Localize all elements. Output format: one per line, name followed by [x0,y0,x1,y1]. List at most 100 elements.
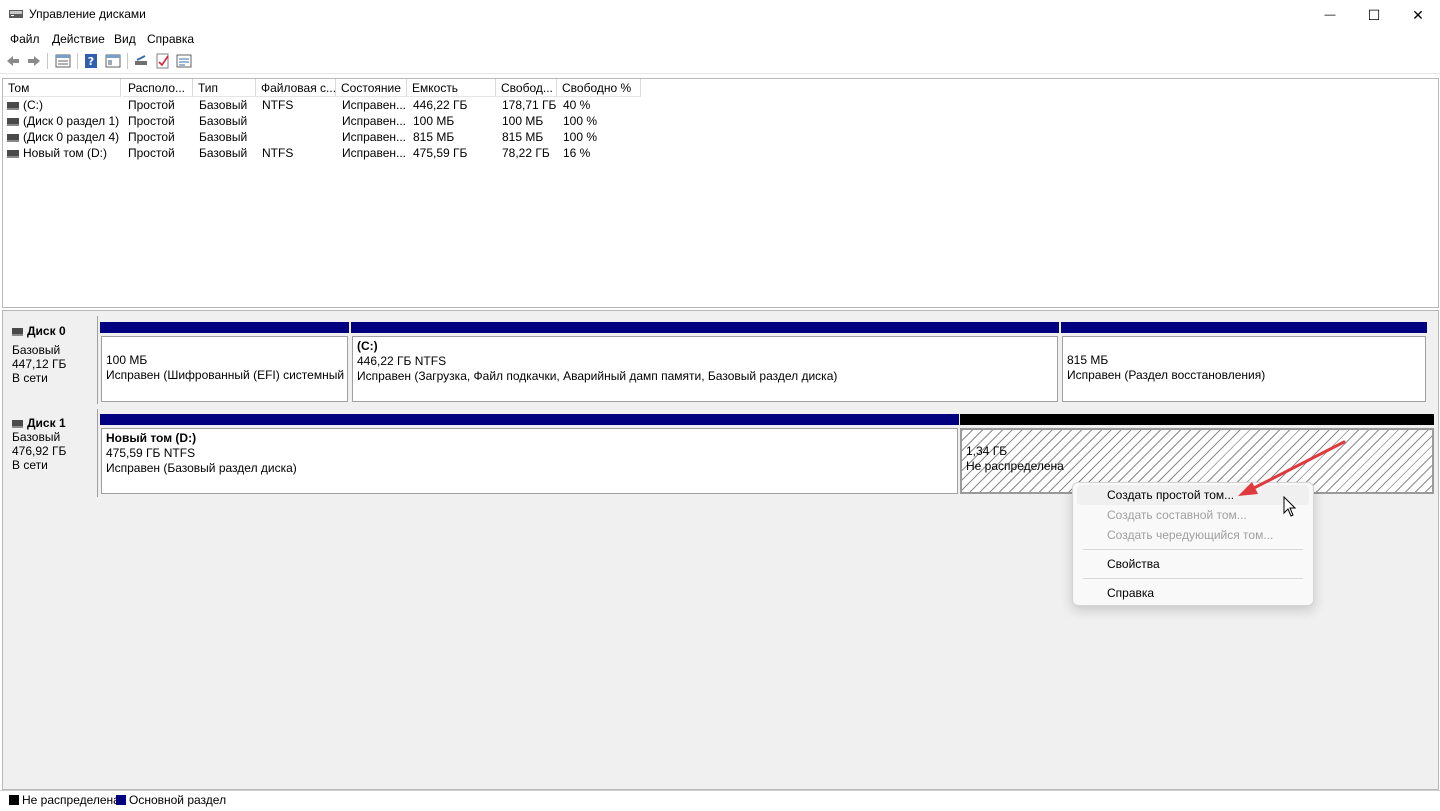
cell-free: 815 МБ [502,130,544,144]
partition-color-bar [1061,322,1427,333]
column-header-type[interactable]: Тип [193,79,256,97]
help-icon[interactable]: ? [83,53,99,69]
close-icon: ✕ [1412,6,1424,23]
legend-label-unallocated: Не распределена [22,793,120,807]
partition-status: Не распределена [966,459,1064,473]
table-row[interactable]: (C:) Простой Базовый NTFS Исправен... 44… [3,97,1436,113]
cell-volume: (Диск 0 раздел 4) [7,129,121,145]
back-icon[interactable] [5,53,21,69]
disk-0-status: В сети [12,371,48,385]
volume-name: (Диск 0 раздел 4) [23,130,120,144]
partition-size: 815 МБ [1067,353,1109,367]
partition-disk0-efi[interactable]: 100 МБ Исправен (Шифрованный (EFI) систе… [100,322,349,404]
menu-item-help[interactable]: Справка [1077,583,1309,603]
partition-box: Новый том (D:) 475,59 ГБ NTFS Исправен (… [101,428,958,494]
title-bar: Управление дисками — ☐ ✕ [0,0,1440,30]
legend-label-primary: Основной раздел [129,793,227,807]
menu-separator [1083,549,1303,550]
check-disk-icon[interactable] [155,53,171,69]
close-button[interactable]: ✕ [1396,0,1440,30]
menu-action[interactable]: Действие [52,32,105,46]
disk-0-title: Диск 0 [12,324,66,338]
volume-icon [7,133,19,142]
table-row[interactable]: (Диск 0 раздел 1) Простой Базовый Исправ… [3,113,1436,129]
disk-1-name: Диск 1 [27,416,66,430]
menu-item-properties[interactable]: Свойства [1077,554,1309,574]
cell-free-percent: 100 % [563,130,598,144]
partition-disk0-c[interactable]: (C:) 446,22 ГБ NTFS Исправен (Загрузка, … [351,322,1059,404]
table-row[interactable]: Новый том (D:) Простой Базовый NTFS Испр… [3,145,1436,161]
column-header-volume[interactable]: Том [3,79,121,97]
cell-capacity: 446,22 ГБ [413,98,468,112]
cell-type: Базовый [199,114,248,128]
cell-filesystem: NTFS [262,146,294,160]
window-title: Управление дисками [29,7,146,21]
column-header-filesystem[interactable]: Файловая с... [256,79,336,97]
column-header-free-percent[interactable]: Свободно % [557,79,641,97]
cell-type: Базовый [199,98,248,112]
volume-list: Том Располо... Тип Файловая с... Состоян… [2,78,1439,308]
partition-box: 100 МБ Исправен (Шифрованный (EFI) систе… [101,336,348,402]
cell-free-percent: 40 % [563,98,591,112]
menu-bar: Файл Действие Вид Справка [0,30,1440,49]
disk-management-app-icon [9,10,23,18]
partition-label: (C:) [357,339,378,353]
column-header-free[interactable]: Свобод... [496,79,557,97]
cell-filesystem [262,113,334,129]
cell-capacity: 475,59 ГБ [413,146,468,160]
cell-volume: (Диск 0 раздел 1) [7,113,121,129]
cell-status: Исправен... [342,146,406,160]
legend-bar: Не распределена Основной раздел [0,790,1440,811]
show-hide-icon[interactable] [105,53,121,69]
partition-color-bar [100,414,959,425]
cell-capacity: 815 МБ [413,130,455,144]
menu-item-create-spanned-volume: Создать составной том... [1107,508,1247,522]
column-header-layout[interactable]: Располо... [123,79,193,97]
volume-name: Новый том (D:) [23,146,107,160]
cell-volume: (C:) [7,97,121,113]
disk-1-title: Диск 1 [12,416,66,430]
cell-capacity: 100 МБ [413,114,455,128]
cell-status: Исправен... [342,130,406,144]
cell-free: 178,71 ГБ [502,98,556,112]
partition-disk1-d[interactable]: Новый том (D:) 475,59 ГБ NTFS Исправен (… [100,414,959,496]
partition-status: Исправен (Шифрованный (EFI) системный ра… [106,368,347,382]
properties-list-icon[interactable] [55,53,71,69]
refresh-icon[interactable] [133,53,149,69]
disk-1-size: 476,92 ГБ [12,444,67,458]
menu-help[interactable]: Справка [147,32,194,46]
cell-filesystem [262,129,334,145]
context-menu: Создать простой том... Создать составной… [1072,482,1314,606]
annotation-arrow-icon [1238,440,1346,496]
cell-volume: Новый том (D:) [7,145,121,161]
cell-free: 100 МБ [502,114,544,128]
disk-1-status: В сети [12,458,48,472]
partition-box: (C:) 446,22 ГБ NTFS Исправен (Загрузка, … [352,336,1058,402]
partition-size: 446,22 ГБ NTFS [357,354,447,368]
menu-separator [1083,578,1303,579]
cell-status: Исправен... [342,114,406,128]
disk-0-type: Базовый [12,343,61,357]
toolbar-separator [77,53,78,69]
table-row[interactable]: (Диск 0 раздел 4) Простой Базовый Исправ… [3,129,1436,145]
forward-icon[interactable] [26,53,42,69]
minimize-button[interactable]: — [1308,0,1352,30]
cell-layout: Простой [128,114,175,128]
menu-file[interactable]: Файл [10,32,40,46]
maximize-button[interactable]: ☐ [1352,0,1396,30]
legend-swatch-primary [116,795,126,805]
disk-0-label[interactable]: Диск 0 Базовый 447,12 ГБ В сети [5,316,98,404]
settings-icon[interactable] [176,53,192,69]
disk-1-label[interactable]: Диск 1 Базовый 476,92 ГБ В сети [5,409,98,497]
cell-type: Базовый [199,130,248,144]
partition-status: Исправен (Загрузка, Файл подкачки, Авари… [357,369,838,383]
toolbar-separator [47,53,48,69]
column-header-capacity[interactable]: Емкость [407,79,496,97]
partition-color-bar [100,322,349,333]
menu-view[interactable]: Вид [114,32,136,46]
column-header-status[interactable]: Состояние [336,79,407,97]
volume-icon [7,117,19,126]
disk-icon [12,419,23,428]
cell-type: Базовый [199,146,248,160]
partition-disk0-recovery[interactable]: 815 МБ Исправен (Раздел восстановления) [1061,322,1427,404]
